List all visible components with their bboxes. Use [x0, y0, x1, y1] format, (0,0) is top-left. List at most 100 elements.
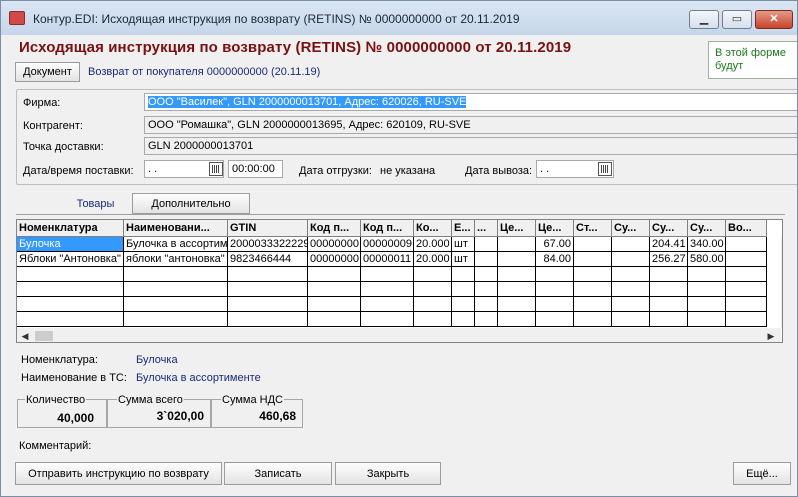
table-cell[interactable] — [308, 267, 361, 282]
table-cell[interactable] — [361, 297, 414, 312]
table-cell[interactable]: 580.00 — [688, 252, 726, 267]
column-header[interactable]: Код п... — [308, 220, 361, 237]
column-header[interactable]: Наименовани... — [124, 220, 228, 237]
firm-field[interactable]: ООО "Василек", GLN 2000000013701, Адрес:… — [144, 93, 797, 111]
return-document-link[interactable]: Возврат от покупателя 0000000000 (20.11.… — [88, 66, 320, 78]
column-header[interactable]: Код п... — [361, 220, 414, 237]
close-icon[interactable]: ✕ — [755, 10, 793, 29]
table-cell[interactable] — [498, 297, 536, 312]
table-cell[interactable] — [228, 267, 308, 282]
table-cell[interactable] — [452, 297, 475, 312]
scroll-up-icon[interactable]: ▲ — [781, 239, 782, 249]
table-row-empty[interactable] — [17, 267, 767, 282]
maximize-icon[interactable]: ▭ — [722, 10, 752, 29]
table-cell[interactable] — [612, 297, 650, 312]
table-cell[interactable] — [612, 237, 650, 252]
table-cell[interactable] — [361, 267, 414, 282]
table-cell[interactable] — [228, 282, 308, 297]
table-cell[interactable] — [414, 267, 452, 282]
table-cell[interactable] — [475, 297, 498, 312]
table-cell[interactable]: шт — [452, 237, 475, 252]
table-cell[interactable] — [726, 312, 767, 327]
table-cell[interactable]: 2000033322229 — [228, 237, 308, 252]
calendar-icon[interactable] — [598, 162, 612, 176]
table-row-empty[interactable] — [17, 282, 767, 297]
close-button[interactable]: Закрыть — [335, 462, 441, 485]
table-cell[interactable]: 9823466444 — [228, 252, 308, 267]
table-cell[interactable] — [228, 297, 308, 312]
table-cell[interactable] — [498, 252, 536, 267]
tab-additional[interactable]: Дополнительно — [132, 193, 250, 214]
column-header[interactable]: Е... — [452, 220, 475, 237]
table-cell[interactable] — [536, 267, 574, 282]
table-cell[interactable] — [726, 237, 767, 252]
table-cell[interactable] — [536, 312, 574, 327]
scroll-right-icon[interactable]: ▶ — [765, 331, 777, 342]
table-cell[interactable] — [688, 312, 726, 327]
column-header[interactable]: Ст... — [574, 220, 612, 237]
table-cell[interactable] — [574, 282, 612, 297]
table-cell[interactable] — [414, 297, 452, 312]
horizontal-scrollbar[interactable]: ◀ ▶ — [17, 328, 781, 342]
column-header[interactable]: Су... — [612, 220, 650, 237]
table-cell[interactable] — [498, 312, 536, 327]
vertical-scrollbar[interactable]: ▲ ▼ — [781, 237, 782, 328]
table-cell[interactable] — [17, 312, 124, 327]
table-cell[interactable] — [17, 297, 124, 312]
table-cell[interactable] — [688, 297, 726, 312]
table-cell[interactable] — [650, 312, 688, 327]
table-cell[interactable] — [688, 282, 726, 297]
table-cell[interactable] — [475, 237, 498, 252]
table-cell[interactable] — [475, 252, 498, 267]
table-cell[interactable]: 256.27 — [650, 252, 688, 267]
scroll-thumb[interactable] — [35, 331, 53, 341]
table-cell[interactable] — [124, 282, 228, 297]
table-cell[interactable] — [498, 267, 536, 282]
table-cell[interactable] — [452, 267, 475, 282]
scroll-left-icon[interactable]: ◀ — [19, 331, 31, 342]
table-cell[interactable] — [498, 282, 536, 297]
table-cell[interactable]: Булочка — [17, 237, 124, 252]
table-cell[interactable]: 84.00 — [536, 252, 574, 267]
table-cell[interactable] — [475, 282, 498, 297]
table-cell[interactable] — [726, 252, 767, 267]
table-cell[interactable] — [612, 282, 650, 297]
table-cell[interactable] — [650, 267, 688, 282]
document-button[interactable]: Документ — [15, 62, 80, 82]
table-cell[interactable] — [124, 297, 228, 312]
contractor-field[interactable]: ООО "Ромашка", GLN 2000000013695, Адрес:… — [144, 116, 797, 134]
table-cell[interactable] — [475, 267, 498, 282]
table-cell[interactable] — [574, 312, 612, 327]
table-cell[interactable] — [536, 297, 574, 312]
column-header[interactable]: Це... — [536, 220, 574, 237]
table-cell[interactable]: 00000000 — [308, 237, 361, 252]
table-cell[interactable]: Яблоки "Антоновка" — [17, 252, 124, 267]
table-cell[interactable] — [574, 252, 612, 267]
table-cell[interactable] — [228, 312, 308, 327]
column-header[interactable]: Номенклатура — [17, 220, 124, 237]
table-cell[interactable]: Булочка в ассортим — [124, 237, 228, 252]
calendar-icon[interactable] — [209, 162, 223, 176]
table-row-empty[interactable] — [17, 297, 767, 312]
table-cell[interactable] — [498, 237, 536, 252]
table-cell[interactable]: 340.00 — [688, 237, 726, 252]
minimize-icon[interactable]: ▁ — [689, 10, 719, 29]
table-cell[interactable] — [361, 312, 414, 327]
column-header[interactable]: Су... — [688, 220, 726, 237]
table-cell[interactable] — [612, 267, 650, 282]
table-cell[interactable] — [574, 297, 612, 312]
table-cell[interactable]: 204.41 — [650, 237, 688, 252]
table-cell[interactable] — [612, 252, 650, 267]
table-cell[interactable] — [650, 282, 688, 297]
column-header[interactable]: Це... — [498, 220, 536, 237]
delivery-time-field[interactable]: 00:00:00 — [228, 160, 283, 178]
column-header[interactable]: ... — [475, 220, 498, 237]
column-header[interactable]: Во... — [726, 220, 767, 237]
scroll-down-icon[interactable]: ▼ — [781, 313, 782, 323]
goods-table[interactable]: Номенклатура Наименовани... GTIN Код п..… — [16, 219, 783, 343]
table-cell[interactable]: 67.00 — [536, 237, 574, 252]
table-row[interactable]: Булочка Булочка в ассортим 2000033322229… — [17, 237, 767, 252]
column-header[interactable]: Су... — [650, 220, 688, 237]
table-cell[interactable] — [726, 282, 767, 297]
save-button[interactable]: Записать — [224, 462, 332, 485]
